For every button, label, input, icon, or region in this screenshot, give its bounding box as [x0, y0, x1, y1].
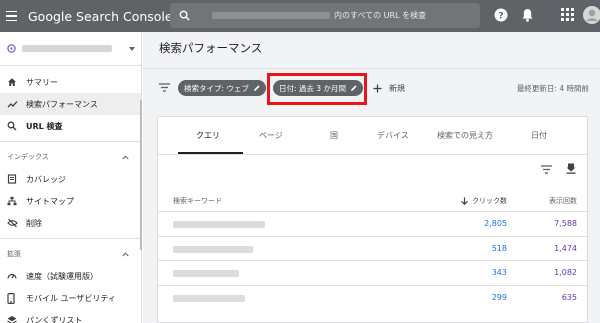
home-icon: [8, 78, 16, 86]
removal-icon: [7, 218, 18, 228]
filter-bar: 検索タイプ: ウェブ 日付: 過去 3 か月間 新規 最終更新日: 4 時間前: [143, 69, 600, 105]
clicks-header-label: クリック数: [472, 197, 507, 205]
chip-label: 検索タイプ: ウェブ: [184, 83, 249, 93]
sidebar-item-label: サマリー: [26, 77, 58, 87]
redacted-query: [173, 245, 253, 253]
sitemap-icon: [7, 196, 17, 206]
trending-icon: [7, 101, 18, 108]
search-placeholder: 内のすべての URL を検査: [334, 11, 427, 20]
performance-table-card: クエリ ページ 国 デバイス 検索での見え方 日付 検索キーワード クリック数 …: [157, 116, 588, 323]
speed-icon: [7, 273, 17, 279]
impressions-value: 7,588: [554, 219, 577, 228]
redacted-query: [173, 294, 245, 302]
sidebar-item-breadcrumbs[interactable]: パンくずリスト: [0, 309, 141, 323]
property-globe-icon: [7, 44, 16, 53]
new-filter-button[interactable]: 新規: [373, 83, 405, 94]
clicks-value: 2,805: [484, 219, 507, 228]
sidebar-item-summary[interactable]: サマリー: [0, 71, 141, 93]
page-title: 検索パフォーマンス: [159, 41, 263, 55]
sidebar-item-performance[interactable]: 検索パフォーマンス: [0, 93, 141, 115]
last-updated-text: 最終更新日: 4 時間前: [516, 84, 589, 93]
coverage-icon: [7, 174, 17, 184]
sidebar-item-label: パンくずリスト: [26, 315, 83, 323]
sidebar: サマリー 検索パフォーマンス URL 検査 インデックス カバレッジ サイトマッ…: [0, 32, 142, 323]
sidebar-item-speed[interactable]: 速度（試験運用版）: [0, 265, 141, 287]
redacted-query: [173, 270, 239, 277]
notifications-icon[interactable]: [521, 8, 534, 22]
tab-queries[interactable]: クエリ: [196, 130, 220, 141]
apps-icon[interactable]: [561, 8, 574, 21]
sidebar-item-coverage[interactable]: カバレッジ: [0, 168, 141, 190]
section-header-index[interactable]: インデックス: [0, 146, 141, 168]
sidebar-item-removals[interactable]: 削除: [0, 212, 141, 234]
sidebar-item-sitemaps[interactable]: サイトマップ: [0, 190, 141, 212]
main-content: 検索パフォーマンス 検索タイプ: ウェブ 日付: 過去 3 か月間 新規 最終更…: [143, 32, 600, 323]
filter-icon[interactable]: [159, 83, 170, 92]
tab-devices[interactable]: デバイス: [377, 130, 409, 141]
download-icon[interactable]: [566, 163, 576, 174]
chevron-up-icon: [122, 154, 129, 159]
search-icon: [179, 10, 190, 21]
sidebar-item-label: カバレッジ: [26, 174, 66, 184]
menu-icon[interactable]: [6, 0, 26, 32]
column-header-query[interactable]: 検索キーワード: [173, 196, 222, 206]
edit-pencil-icon: [253, 85, 260, 91]
app-title[interactable]: Google Search Console: [28, 9, 173, 24]
clicks-value: 518: [491, 243, 507, 253]
table-row[interactable]: 343 1,082: [158, 260, 587, 285]
chevron-up-icon: [122, 251, 129, 256]
section-title: 拡張: [7, 250, 21, 258]
mobile-icon: [7, 292, 15, 304]
svg-text:?: ?: [498, 12, 503, 22]
table-row[interactable]: 2,805 7,588: [158, 211, 587, 236]
redacted-query: [173, 221, 265, 228]
section-title: インデックス: [7, 153, 49, 161]
sidebar-scrollbar[interactable]: [140, 100, 142, 250]
url-inspect-search[interactable]: 内のすべての URL を検査: [170, 3, 480, 28]
table-row[interactable]: 518 1,474: [158, 235, 587, 261]
red-highlight-box: [267, 73, 367, 105]
table-filter-icon[interactable]: [541, 165, 552, 174]
redacted-property-name: [22, 45, 112, 52]
help-icon[interactable]: ?: [494, 8, 508, 22]
table-body: 2,805 7,588 518 1,474 343 1,082 299 635: [158, 211, 587, 309]
sort-down-arrow-icon: [461, 197, 468, 205]
sidebar-item-label: モバイル ユーザビリティ: [26, 293, 116, 303]
top-app-bar: Google Search Console 内のすべての URL を検査 ?: [0, 0, 600, 32]
new-filter-label: 新規: [389, 84, 405, 93]
redacted-property-url: [212, 12, 330, 19]
sidebar-item-label: URL 検査: [26, 121, 63, 131]
clicks-value: 299: [491, 292, 507, 302]
impressions-value: 635: [561, 292, 577, 302]
plus-icon: [373, 84, 382, 93]
tab-dates[interactable]: 日付: [531, 130, 547, 141]
sidebar-item-label: 削除: [26, 218, 42, 228]
section-header-enhancements[interactable]: 拡張: [0, 243, 141, 265]
search-icon: [7, 121, 17, 131]
column-header-clicks[interactable]: クリック数: [461, 196, 507, 206]
column-header-impressions[interactable]: 表示回数: [549, 196, 577, 206]
impressions-value: 1,474: [554, 243, 577, 253]
sidebar-item-mobile-usability[interactable]: モバイル ユーザビリティ: [0, 287, 141, 309]
property-selector[interactable]: [0, 32, 141, 66]
dimension-tabs: クエリ ページ 国 デバイス 検索での見え方 日付: [158, 117, 587, 155]
account-avatar[interactable]: [583, 5, 600, 25]
sidebar-item-url-inspection[interactable]: URL 検査: [0, 115, 141, 137]
sidebar-divider: [0, 238, 141, 239]
active-tab-indicator: [178, 152, 243, 154]
table-header: 検索キーワード クリック数 表示回数: [158, 191, 587, 211]
layers-icon: [7, 316, 17, 323]
sidebar-item-label: 速度（試験運用版）: [26, 271, 98, 281]
tab-countries[interactable]: 国: [330, 130, 338, 141]
table-row[interactable]: 299 635: [158, 284, 587, 310]
clicks-value: 343: [491, 268, 507, 277]
tab-search-appearance[interactable]: 検索での見え方: [437, 130, 493, 141]
sidebar-divider: [0, 141, 141, 142]
search-type-filter-chip[interactable]: 検索タイプ: ウェブ: [178, 80, 266, 96]
chevron-down-icon: [129, 46, 135, 51]
impressions-value: 1,082: [554, 268, 577, 277]
sidebar-item-label: 検索パフォーマンス: [26, 99, 98, 109]
sidebar-item-label: サイトマップ: [26, 196, 74, 206]
tab-pages[interactable]: ページ: [259, 130, 283, 141]
